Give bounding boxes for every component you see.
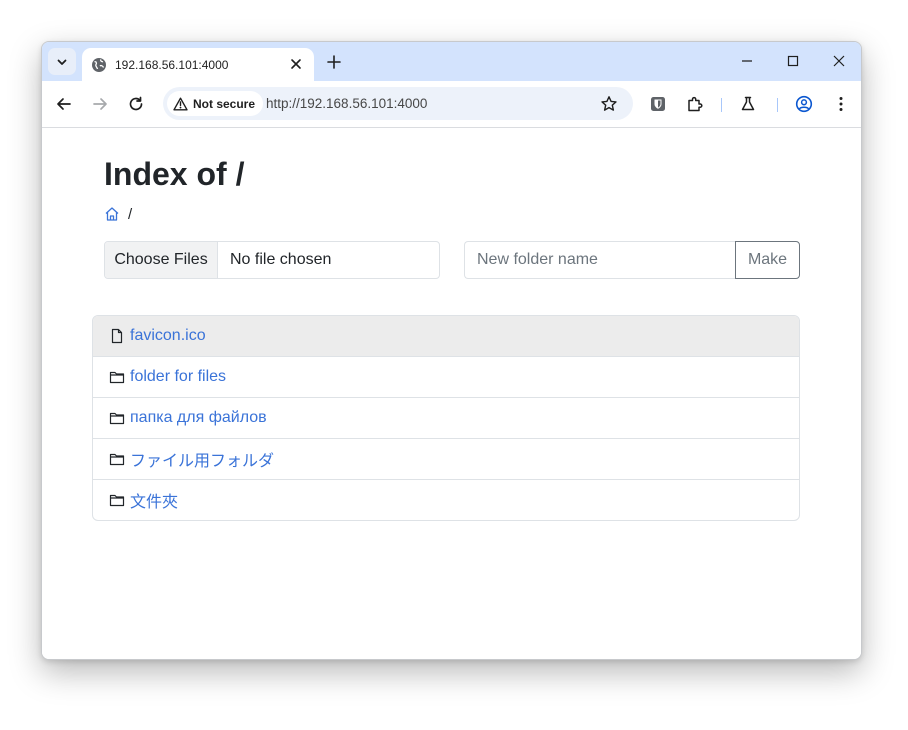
browser-window: 192.168.56.101:4000 Not secure http://19…: [41, 41, 862, 660]
folder-icon: [109, 453, 125, 466]
globe-icon: [92, 58, 106, 72]
back-arrow-icon[interactable]: [55, 95, 73, 113]
file-icon: [111, 328, 123, 344]
entry-link[interactable]: папка для файлов: [130, 409, 267, 427]
tab-title: 192.168.56.101:4000: [115, 58, 229, 72]
labs-flask-icon[interactable]: [739, 95, 757, 113]
url-text: http://192.168.56.101:4000: [266, 96, 428, 111]
page-title: Index of /: [104, 156, 245, 192]
close-tab-icon[interactable]: [288, 56, 304, 72]
chevron-down-icon: [57, 59, 67, 65]
entry-link[interactable]: 文件夾: [130, 488, 178, 512]
page-content: Index of / / Choose Files No file chosen…: [42, 128, 861, 659]
file-list: favicon.ico folder for files папка для ф…: [92, 315, 800, 521]
new-tab-icon[interactable]: [324, 52, 344, 72]
make-folder-button[interactable]: Make: [735, 241, 800, 279]
list-item[interactable]: ファイル用フォルダ: [93, 438, 799, 479]
folder-icon: [109, 371, 125, 384]
home-icon[interactable]: [104, 206, 120, 222]
entry-link[interactable]: favicon.ico: [130, 327, 206, 345]
close-window-icon[interactable]: [831, 53, 847, 69]
bookmark-star-icon[interactable]: [600, 95, 618, 113]
security-chip[interactable]: Not secure: [167, 91, 264, 116]
more-menu-icon[interactable]: [832, 95, 850, 113]
tab-active[interactable]: 192.168.56.101:4000: [82, 48, 314, 81]
address-bar[interactable]: Not secure http://192.168.56.101:4000: [163, 87, 633, 120]
list-item[interactable]: 文件夾: [93, 479, 799, 520]
folder-icon: [109, 412, 125, 425]
list-item[interactable]: папка для файлов: [93, 397, 799, 438]
forward-arrow-icon[interactable]: [91, 95, 109, 113]
profile-avatar-icon[interactable]: [795, 95, 813, 113]
new-folder-name-input[interactable]: [464, 241, 736, 279]
minimize-icon[interactable]: [739, 53, 755, 69]
bitwarden-shield-icon[interactable]: [649, 95, 667, 113]
file-status-text: No file chosen: [230, 251, 332, 268]
extensions-puzzle-icon[interactable]: [686, 95, 704, 113]
list-item[interactable]: folder for files: [93, 356, 799, 397]
file-upload-input[interactable]: Choose Files No file chosen: [104, 241, 440, 279]
toolbar-separator: [777, 98, 778, 112]
warning-triangle-icon: [173, 97, 188, 110]
tab-strip: 192.168.56.101:4000: [42, 42, 861, 81]
browser-toolbar: Not secure http://192.168.56.101:4000: [42, 81, 861, 128]
security-label: Not secure: [193, 96, 256, 111]
entry-link[interactable]: folder for files: [130, 368, 226, 386]
entry-link[interactable]: ファイル用フォルダ: [130, 447, 274, 471]
breadcrumb-separator: /: [128, 205, 133, 223]
folder-icon: [109, 494, 125, 507]
tab-search-button[interactable]: [48, 48, 76, 75]
toolbar-separator: [721, 98, 722, 112]
maximize-icon[interactable]: [785, 53, 801, 69]
choose-files-button[interactable]: Choose Files: [105, 242, 218, 278]
list-item[interactable]: favicon.ico: [93, 316, 799, 356]
breadcrumb: /: [104, 204, 132, 224]
reload-icon[interactable]: [127, 95, 145, 113]
